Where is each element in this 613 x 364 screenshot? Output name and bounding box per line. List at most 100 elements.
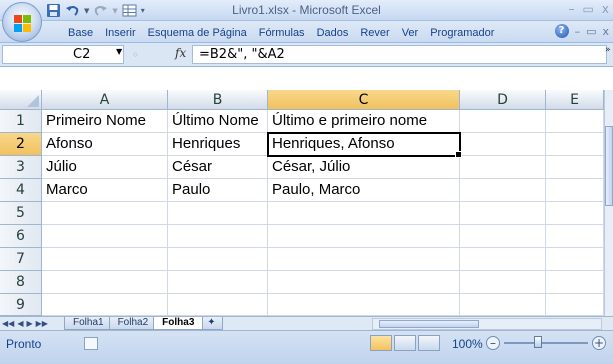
column-header-d[interactable]: D bbox=[460, 90, 546, 110]
ribbon-restore-icon[interactable]: ▭ bbox=[586, 25, 596, 38]
zoom-out-button[interactable]: – bbox=[486, 336, 500, 350]
row-header-3[interactable]: 3 bbox=[0, 156, 42, 179]
zoom-level[interactable]: 100% bbox=[452, 337, 483, 351]
cell-d9[interactable] bbox=[460, 294, 546, 316]
cell-b9[interactable] bbox=[168, 294, 268, 316]
name-box[interactable]: C2 bbox=[2, 45, 124, 64]
row-header-6[interactable]: 6 bbox=[0, 225, 42, 248]
row-header-1[interactable]: 1 bbox=[0, 110, 42, 133]
cell-d7[interactable] bbox=[460, 248, 546, 271]
cell-b2[interactable]: Henriques bbox=[168, 133, 268, 156]
cell-d5[interactable] bbox=[460, 202, 546, 225]
sheet-tab-folha2[interactable]: Folha2 bbox=[108, 317, 158, 330]
cell-c1[interactable]: Último e primeiro nome bbox=[268, 110, 460, 133]
help-icon[interactable]: ? bbox=[554, 24, 569, 38]
tab-inserir[interactable]: Inserir bbox=[99, 25, 142, 41]
column-header-c[interactable]: C bbox=[268, 90, 460, 110]
column-header-a[interactable]: A bbox=[42, 90, 168, 110]
cell-b5[interactable] bbox=[168, 202, 268, 225]
cell-d2[interactable] bbox=[460, 133, 546, 156]
cell-d1[interactable] bbox=[460, 110, 546, 133]
expand-formula-bar-icon[interactable]: » bbox=[605, 45, 613, 64]
ribbon-minimize-icon[interactable]: – bbox=[575, 25, 581, 38]
macro-record-icon[interactable] bbox=[84, 337, 98, 350]
cell-b6[interactable] bbox=[168, 225, 268, 248]
zoom-slider-track[interactable] bbox=[504, 342, 588, 344]
tab-programador[interactable]: Programador bbox=[424, 25, 500, 41]
horizontal-scrollbar[interactable] bbox=[372, 318, 602, 330]
cell-b1[interactable]: Último Nome bbox=[168, 110, 268, 133]
row-header-4[interactable]: 4 bbox=[0, 179, 42, 202]
office-button[interactable] bbox=[2, 2, 42, 42]
name-box-dropdown-icon[interactable]: ▼ bbox=[116, 47, 122, 56]
insert-function-button[interactable]: fx bbox=[175, 46, 186, 60]
cell-a4[interactable]: Marco bbox=[42, 179, 168, 202]
cell-a8[interactable] bbox=[42, 271, 168, 294]
minimize-button[interactable]: – bbox=[569, 2, 575, 16]
column-header-b[interactable]: B bbox=[168, 90, 268, 110]
normal-view-button[interactable] bbox=[370, 335, 392, 351]
ribbon-close-icon[interactable]: x bbox=[602, 25, 609, 38]
formula-input[interactable]: =B2&", "&A2 bbox=[192, 45, 607, 64]
row-header-7[interactable]: 7 bbox=[0, 248, 42, 271]
cell-e3[interactable] bbox=[546, 156, 604, 179]
cell-e7[interactable] bbox=[546, 248, 604, 271]
maximize-button[interactable]: ▭ bbox=[583, 2, 594, 16]
cell-c2[interactable]: Henriques, Afonso bbox=[267, 132, 462, 158]
cell-e2[interactable] bbox=[546, 133, 604, 156]
row-header-5[interactable]: 5 bbox=[0, 202, 42, 225]
row-header-9[interactable]: 9 bbox=[0, 294, 42, 316]
vertical-scroll-thumb[interactable] bbox=[605, 126, 613, 206]
tab-base[interactable]: Base bbox=[62, 25, 99, 41]
cell-c5[interactable] bbox=[268, 202, 460, 225]
sheet-tab-folha3[interactable]: Folha3 bbox=[153, 317, 204, 330]
page-break-view-button[interactable] bbox=[418, 335, 440, 351]
row-header-2[interactable]: 2 bbox=[0, 133, 42, 156]
cell-a1[interactable]: Primeiro Nome bbox=[42, 110, 168, 133]
cell-b8[interactable] bbox=[168, 271, 268, 294]
last-sheet-icon[interactable]: ▶▶ bbox=[36, 317, 48, 330]
sheet-tab-folha1[interactable]: Folha1 bbox=[64, 317, 113, 330]
cell-b4[interactable]: Paulo bbox=[168, 179, 268, 202]
next-sheet-icon[interactable]: ▶ bbox=[26, 317, 32, 330]
cell-c4[interactable]: Paulo, Marco bbox=[268, 179, 460, 202]
cell-a2[interactable]: Afonso bbox=[42, 133, 168, 156]
vertical-scrollbar[interactable] bbox=[604, 90, 613, 316]
cell-c9[interactable] bbox=[268, 294, 460, 316]
row-header-8[interactable]: 8 bbox=[0, 271, 42, 294]
zoom-slider-thumb[interactable] bbox=[534, 336, 542, 348]
cell-a9[interactable] bbox=[42, 294, 168, 316]
cell-a5[interactable] bbox=[42, 202, 168, 225]
tab-formulas[interactable]: Fórmulas bbox=[253, 25, 311, 41]
cell-e5[interactable] bbox=[546, 202, 604, 225]
tab-dados[interactable]: Dados bbox=[311, 25, 355, 41]
cell-d8[interactable] bbox=[460, 271, 546, 294]
cell-e1[interactable] bbox=[546, 110, 604, 133]
cell-d6[interactable] bbox=[460, 225, 546, 248]
tab-esquema-de-pagina[interactable]: Esquema de Página bbox=[142, 25, 253, 41]
cell-c7[interactable] bbox=[268, 248, 460, 271]
cell-e4[interactable] bbox=[546, 179, 604, 202]
cell-c3[interactable]: César, Júlio bbox=[268, 156, 460, 179]
cell-c8[interactable] bbox=[268, 271, 460, 294]
zoom-in-button[interactable]: + bbox=[592, 336, 606, 350]
page-layout-view-button[interactable] bbox=[394, 335, 416, 351]
cell-a6[interactable] bbox=[42, 225, 168, 248]
column-header-e[interactable]: E bbox=[546, 90, 604, 110]
horizontal-scroll-thumb[interactable] bbox=[379, 320, 479, 328]
cell-e8[interactable] bbox=[546, 271, 604, 294]
cell-a7[interactable] bbox=[42, 248, 168, 271]
cell-d4[interactable] bbox=[460, 179, 546, 202]
first-sheet-icon[interactable]: ◀◀ bbox=[2, 317, 14, 330]
close-button[interactable]: x bbox=[602, 2, 609, 16]
tab-ver[interactable]: Ver bbox=[396, 25, 425, 41]
cell-b7[interactable] bbox=[168, 248, 268, 271]
cell-d3[interactable] bbox=[460, 156, 546, 179]
tab-rever[interactable]: Rever bbox=[354, 25, 395, 41]
cell-a3[interactable]: Júlio bbox=[42, 156, 168, 179]
cell-c6[interactable] bbox=[268, 225, 460, 248]
cell-b3[interactable]: César bbox=[168, 156, 268, 179]
prev-sheet-icon[interactable]: ◀ bbox=[17, 317, 23, 330]
cell-e9[interactable] bbox=[546, 294, 604, 316]
cell-e6[interactable] bbox=[546, 225, 604, 248]
